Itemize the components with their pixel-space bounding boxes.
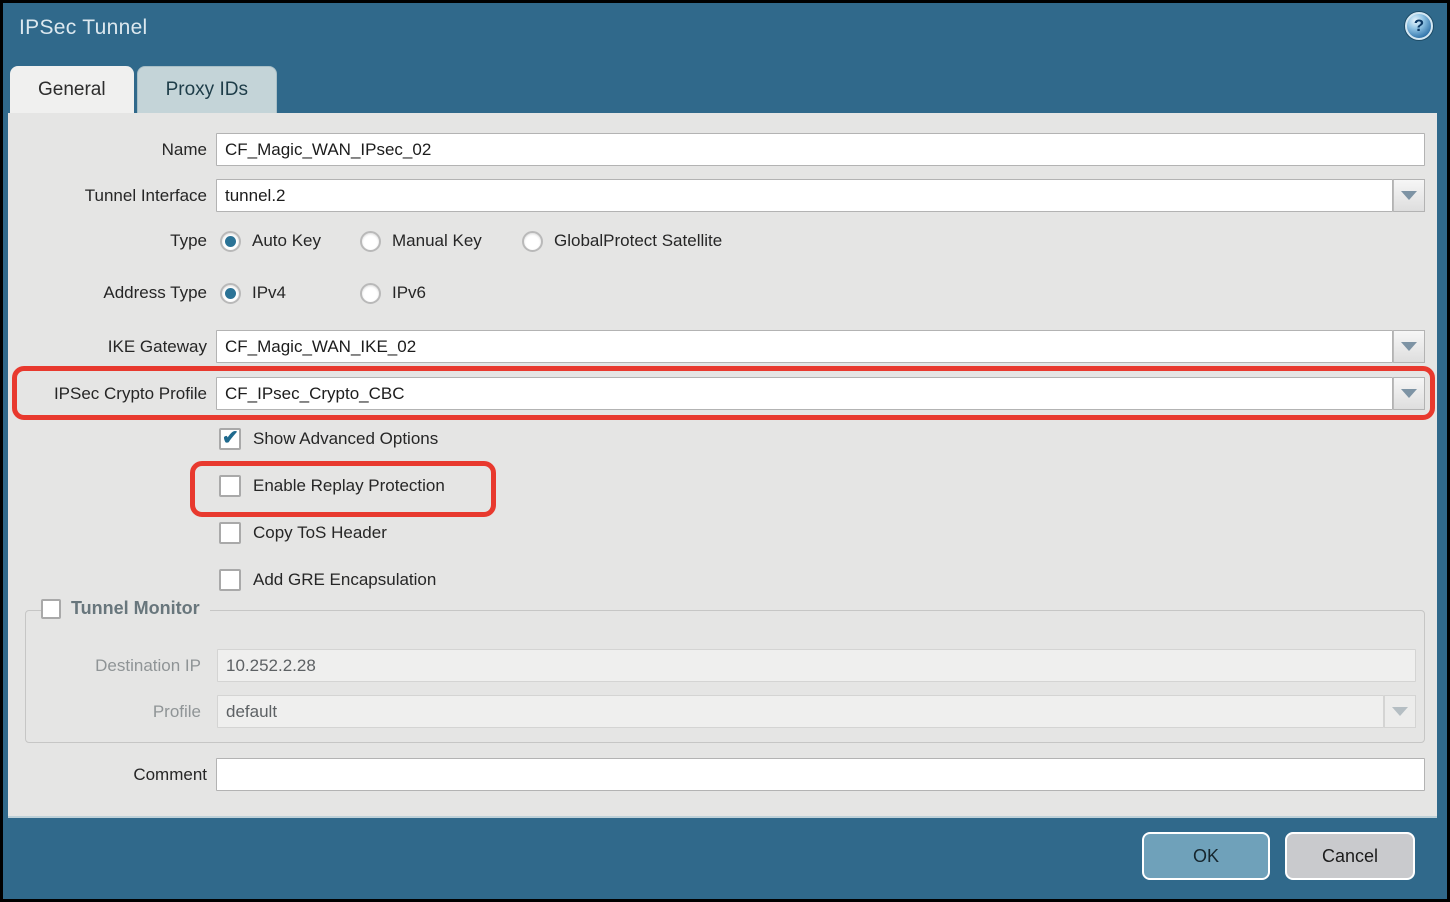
checkbox-add-gre-encapsulation[interactable]: Add GRE Encapsulation — [219, 568, 436, 592]
chevron-down-icon — [1401, 389, 1417, 398]
checkbox-label: Show Advanced Options — [253, 429, 438, 449]
general-tab-panel: Name Tunnel Interface Type Auto Key Manu… — [8, 113, 1437, 818]
type-option-globalprotect-satellite[interactable]: GlobalProtect Satellite — [522, 231, 722, 252]
radio-auto-key[interactable] — [220, 231, 241, 252]
ipsec-crypto-profile-dropdown-button[interactable] — [1393, 377, 1425, 410]
address-type-option-ipv6[interactable]: IPv6 — [360, 283, 426, 304]
ipsec-tunnel-dialog: IPSec Tunnel ? General Proxy IDs Name Tu… — [3, 3, 1447, 899]
comment-input[interactable] — [216, 758, 1425, 791]
type-option-auto-key[interactable]: Auto Key — [220, 231, 360, 252]
profile-label: Profile — [26, 695, 201, 728]
ike-gateway-label: IKE Gateway — [8, 330, 207, 363]
chevron-down-icon — [1401, 342, 1417, 351]
ipsec-crypto-profile-label: IPSec Crypto Profile — [8, 377, 207, 410]
tunnel-interface-label: Tunnel Interface — [8, 179, 207, 212]
radio-ipv4[interactable] — [220, 283, 241, 304]
ike-gateway-input[interactable] — [216, 330, 1393, 363]
radio-globalprotect-satellite[interactable] — [522, 231, 543, 252]
destination-ip-input — [217, 649, 1416, 682]
radio-manual-key[interactable] — [360, 231, 381, 252]
comment-label: Comment — [8, 758, 207, 791]
cancel-button[interactable]: Cancel — [1285, 832, 1415, 880]
radio-label: Manual Key — [392, 231, 482, 251]
tunnel-monitor-legend: Tunnel Monitor — [41, 598, 210, 619]
radio-label: IPv4 — [252, 283, 286, 303]
radio-label: IPv6 — [392, 283, 426, 303]
radio-ipv6[interactable] — [360, 283, 381, 304]
checkbox-label: Copy ToS Header — [253, 523, 387, 543]
tunnel-monitor-label: Tunnel Monitor — [71, 598, 200, 619]
type-option-manual-key[interactable]: Manual Key — [360, 231, 522, 252]
profile-input — [217, 695, 1384, 728]
chevron-down-icon — [1401, 191, 1417, 200]
chevron-down-icon — [1392, 707, 1408, 716]
ok-button[interactable]: OK — [1142, 832, 1270, 880]
copy-tos-header-checkbox[interactable] — [219, 522, 241, 544]
checkbox-label: Add GRE Encapsulation — [253, 570, 436, 590]
name-input[interactable] — [216, 133, 1425, 166]
tunnel-interface-dropdown-button[interactable] — [1393, 179, 1425, 212]
destination-ip-label: Destination IP — [26, 649, 201, 682]
show-advanced-options-checkbox[interactable] — [219, 428, 241, 450]
type-label: Type — [8, 228, 207, 254]
checkbox-copy-tos-header[interactable]: Copy ToS Header — [219, 521, 387, 545]
help-icon[interactable]: ? — [1405, 12, 1433, 40]
ike-gateway-dropdown-button[interactable] — [1393, 330, 1425, 363]
type-radio-group: Auto Key Manual Key GlobalProtect Satell… — [220, 228, 722, 254]
tab-general[interactable]: General — [10, 66, 134, 113]
checkbox-label: Enable Replay Protection — [253, 476, 445, 496]
tab-proxy-ids[interactable]: Proxy IDs — [137, 66, 277, 113]
enable-replay-protection-checkbox[interactable] — [219, 475, 241, 497]
help-glyph: ? — [1414, 16, 1424, 36]
checkbox-enable-replay-protection[interactable]: Enable Replay Protection — [219, 474, 445, 498]
radio-label: Auto Key — [252, 231, 321, 251]
checkbox-show-advanced-options[interactable]: Show Advanced Options — [219, 427, 438, 451]
tunnel-monitor-checkbox[interactable] — [41, 599, 61, 619]
dialog-title: IPSec Tunnel — [19, 16, 148, 40]
address-type-radio-group: IPv4 IPv6 — [220, 280, 426, 306]
profile-dropdown-button — [1384, 695, 1416, 728]
address-type-label: Address Type — [8, 280, 207, 306]
tab-bar: General Proxy IDs — [10, 66, 277, 113]
address-type-option-ipv4[interactable]: IPv4 — [220, 283, 360, 304]
tunnel-interface-input[interactable] — [216, 179, 1393, 212]
radio-label: GlobalProtect Satellite — [554, 231, 722, 251]
name-label: Name — [8, 133, 207, 166]
tunnel-monitor-section: Tunnel Monitor Destination IP Profile — [25, 610, 1425, 743]
ipsec-crypto-profile-input[interactable] — [216, 377, 1393, 410]
add-gre-encapsulation-checkbox[interactable] — [219, 569, 241, 591]
